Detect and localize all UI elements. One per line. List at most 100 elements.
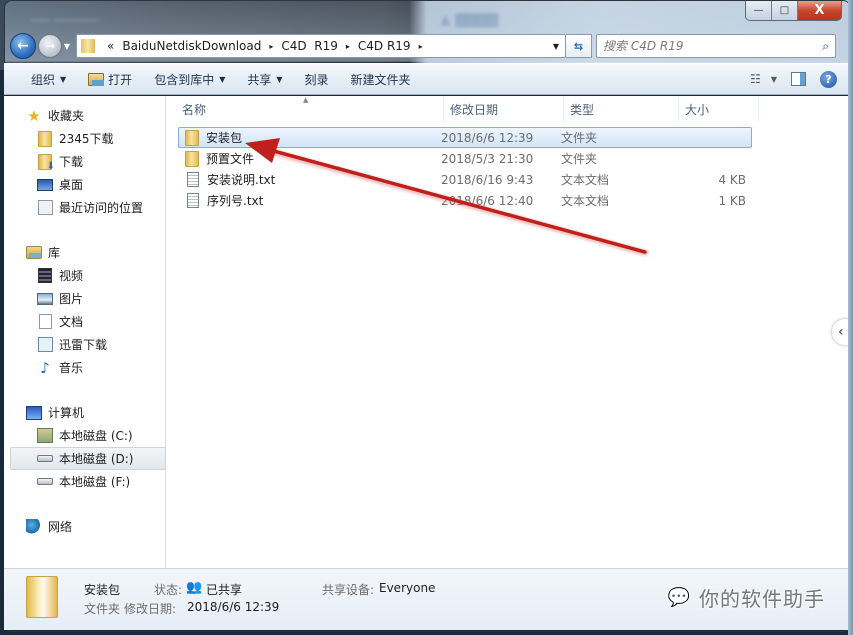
nav-label: 桌面 <box>59 178 84 192</box>
chevron-left-icon: ‹ <box>838 324 844 340</box>
nav-item-drive-d[interactable]: 本地磁盘 (D:) <box>10 447 166 470</box>
organize-label: 组织 <box>31 72 56 87</box>
large-folder-icon <box>26 576 58 618</box>
column-header-type[interactable]: 类型 <box>564 96 679 122</box>
pictures-icon <box>37 292 53 305</box>
minimize-button[interactable]: — <box>746 1 772 20</box>
nav-item-music[interactable]: ♪ 音乐 <box>4 356 165 379</box>
include-in-library-menu[interactable]: 包含到库中 ▼ <box>143 64 236 94</box>
column-header-size[interactable]: 大小 <box>679 96 759 122</box>
organize-menu[interactable]: 组织 ▼ <box>20 64 77 94</box>
nav-favorites[interactable]: ★ 收藏夹 <box>4 104 165 127</box>
details-status-label: 状态: <box>154 583 183 597</box>
open-button[interactable]: 打开 <box>77 64 143 94</box>
breadcrumb-separator-icon[interactable]: ▸ <box>342 42 354 51</box>
details-shared-with-label: 共享设备: <box>322 583 375 597</box>
burn-button[interactable]: 刻录 <box>294 64 340 94</box>
refresh-button[interactable]: ⇆ <box>566 34 592 58</box>
nav-item-2345-downloads[interactable]: 2345下载 <box>4 127 165 150</box>
nav-label: 音乐 <box>59 361 84 375</box>
nav-libraries[interactable]: 库 <box>4 241 165 264</box>
hard-drive-icon <box>37 478 53 485</box>
nav-label: 本地磁盘 (C:) <box>59 429 133 443</box>
nav-label: 本地磁盘 (F:) <box>59 475 131 489</box>
share-label: 共享 <box>247 72 272 87</box>
breadcrumb-separator-icon[interactable]: ▸ <box>415 42 427 51</box>
hard-drive-icon <box>37 455 53 462</box>
file-row[interactable]: 序列号.txt 2018/6/6 12:40 文本文档 1 KB <box>178 190 752 211</box>
help-button[interactable]: ? <box>820 70 837 88</box>
search-icon[interactable]: ⌕ <box>822 39 829 54</box>
breadcrumb-separator-icon[interactable]: ▸ <box>265 42 277 51</box>
nav-computer[interactable]: 计算机 <box>4 401 165 424</box>
nav-label: 迅雷下载 <box>59 338 108 352</box>
nav-label: 图片 <box>59 292 84 306</box>
window-frame-edge <box>848 0 853 635</box>
nav-item-pictures[interactable]: 图片 <box>4 287 165 310</box>
file-row[interactable]: 安装包 2018/6/6 12:39 文件夹 <box>178 127 752 148</box>
back-button[interactable]: ← <box>10 33 36 59</box>
breadcrumb-overflow[interactable]: « <box>103 39 118 53</box>
new-folder-button[interactable]: 新建文件夹 <box>340 64 422 94</box>
nav-item-drive-c[interactable]: 本地磁盘 (C:) <box>4 424 165 447</box>
watermark-text: 你的软件助手 <box>699 587 825 611</box>
watermark: 💬 你的软件助手 <box>668 583 825 612</box>
nav-item-videos[interactable]: 视频 <box>4 264 165 287</box>
folder-icon <box>185 150 199 167</box>
nav-label: 计算机 <box>48 406 85 420</box>
file-name: 安装包 <box>206 131 243 145</box>
file-type: 文件夹 <box>561 152 598 166</box>
recent-pages-dropdown[interactable]: ▼ <box>62 42 72 51</box>
address-bar[interactable]: « BaiduNetdiskDownload ▸ C4D R19 ▸ C4D R… <box>76 34 566 58</box>
nav-network[interactable]: 网络 <box>4 515 165 538</box>
nav-item-drive-f[interactable]: 本地磁盘 (F:) <box>4 470 165 493</box>
file-type: 文件夹 <box>561 131 598 145</box>
network-icon <box>26 519 42 534</box>
file-date: 2018/6/6 12:39 <box>441 130 534 145</box>
refresh-icon: ⇆ <box>573 39 584 53</box>
details-item-type: 文件夹 <box>84 602 121 616</box>
help-icon: ? <box>820 70 837 88</box>
share-menu[interactable]: 共享 ▼ <box>236 64 293 94</box>
document-icon <box>38 314 52 329</box>
file-date: 2018/6/16 9:43 <box>441 172 534 187</box>
nav-item-downloads[interactable]: 下载 <box>4 150 165 173</box>
view-list-icon: ☷ <box>750 72 761 86</box>
folder-icon <box>81 39 95 53</box>
burn-label: 刻录 <box>304 72 329 87</box>
search-input[interactable] <box>603 39 823 53</box>
address-history-dropdown[interactable]: ▼ <box>547 42 565 51</box>
command-bar: 组织 ▼ 打开 包含到库中 ▼ 共享 ▼ 刻录 新建文件夹 ☷ ▼ ? <box>4 63 849 95</box>
file-row[interactable]: 预置文件 2018/5/3 21:30 文件夹 <box>178 148 752 169</box>
nav-item-desktop[interactable]: 桌面 <box>4 173 165 196</box>
breadcrumb-item[interactable]: C4D R19 <box>354 39 415 53</box>
desktop-icon <box>37 178 53 191</box>
file-row[interactable]: 安装说明.txt 2018/6/16 9:43 文本文档 4 KB <box>178 169 752 190</box>
nav-item-recent-places[interactable]: 最近访问的位置 <box>4 196 165 219</box>
file-size: 1 KB <box>718 193 746 208</box>
nav-item-xunlei-downloads[interactable]: 迅雷下载 <box>4 333 165 356</box>
details-pane: 安装包 文件夹 状态: 👥 已共享 修改日期: 2018/6/6 12:39 共… <box>4 568 849 630</box>
maximize-button[interactable]: □ <box>772 1 798 20</box>
column-label: 名称 <box>182 102 207 117</box>
include-in-library-label: 包含到库中 <box>154 72 215 87</box>
nav-item-documents[interactable]: 文档 <box>4 310 165 333</box>
nav-label: 最近访问的位置 <box>59 201 144 215</box>
breadcrumb-item[interactable]: BaiduNetdiskDownload <box>118 39 265 53</box>
search-box[interactable]: ⌕ <box>596 34 836 58</box>
open-label: 打开 <box>108 72 133 87</box>
recent-places-icon <box>37 200 53 215</box>
details-item-name: 安装包 <box>84 583 121 597</box>
close-button[interactable]: X <box>798 1 841 20</box>
back-arrow-icon: ← <box>17 38 29 54</box>
folder-icon <box>38 130 52 147</box>
change-view-button[interactable]: ☷ ▼ <box>750 72 777 86</box>
column-header-date[interactable]: 修改日期 <box>444 96 564 122</box>
forward-button[interactable]: → <box>38 34 62 58</box>
file-rows: 安装包 2018/6/6 12:39 文件夹 预置文件 2018/5/3 21:… <box>166 122 849 211</box>
computer-icon <box>26 405 42 420</box>
breadcrumb-item[interactable]: C4D R19 <box>277 39 342 53</box>
navigation-pane: ★ 收藏夹 2345下载 下载 桌面 最近访问的位置 库 视频 图片 文档 迅雷下… <box>4 96 166 568</box>
star-icon: ★ <box>27 106 41 125</box>
preview-pane-button[interactable] <box>791 72 806 86</box>
